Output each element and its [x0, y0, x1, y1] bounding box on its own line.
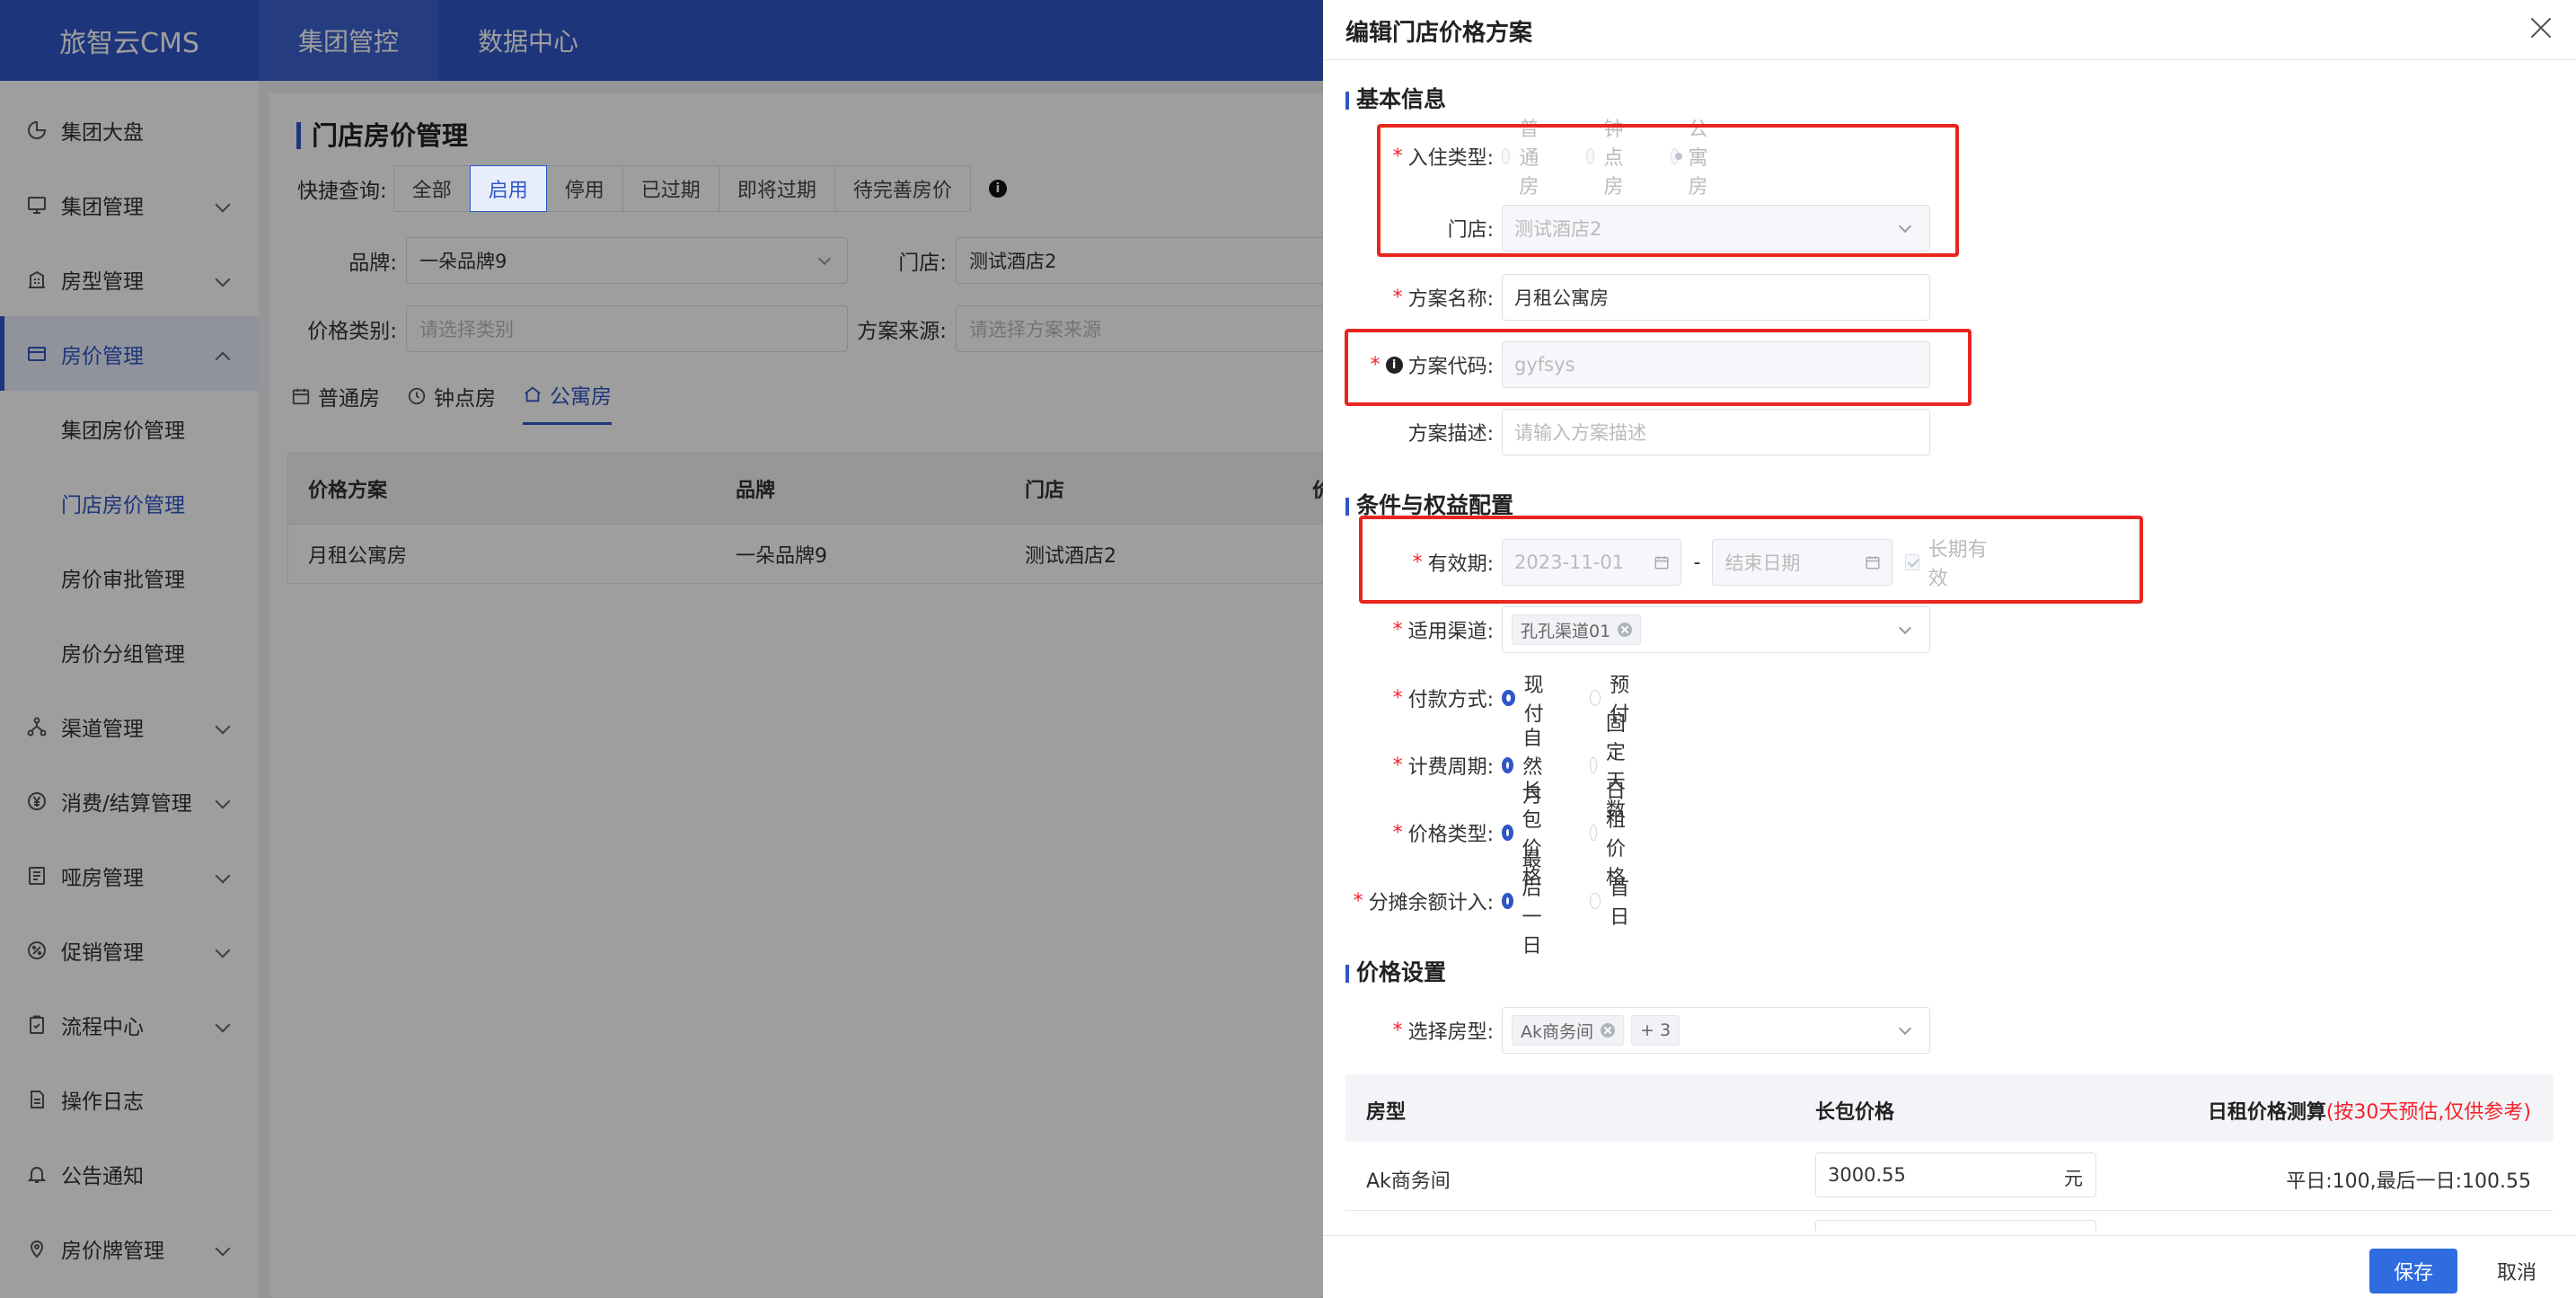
plan-name-control: 月租公寓房: [1502, 274, 1930, 321]
channel-tag: 孔孔渠道01: [1512, 614, 1642, 645]
long-price-input[interactable]: 3000.55 元: [1815, 1152, 2096, 1197]
section-price-settings: 价格设置: [1345, 961, 1446, 985]
long-price-input-partial[interactable]: [1815, 1220, 2096, 1231]
price-table-header: 房型 长包价格 日租价格测算(按30天预估,仅供参考): [1345, 1074, 2554, 1142]
price-table: 房型 长包价格 日租价格测算(按30天预估,仅供参考) Ak商务间 3000.5…: [1345, 1074, 2554, 1231]
plan-name-input[interactable]: 月租公寓房: [1502, 274, 1930, 321]
chevron-down-icon: [1898, 1021, 1912, 1036]
drawer-footer: 保存 取消: [1323, 1235, 2576, 1298]
channel-control: 孔孔渠道01: [1502, 606, 1930, 653]
radio-last-day[interactable]: 最后一日: [1502, 843, 1547, 958]
room-type-tag: Ak商务间: [1512, 1015, 1625, 1046]
payment-label: * 付款方式:: [1392, 686, 1494, 712]
channel-select[interactable]: 孔孔渠道01: [1502, 606, 1930, 653]
room-type-label: * 选择房型:: [1392, 1019, 1494, 1045]
remove-tag-icon[interactable]: [1601, 1023, 1616, 1038]
drawer-header: 编辑门店价格方案: [1323, 0, 2576, 60]
highlight-box: [1345, 329, 1972, 406]
cell-daily-estimate: 平日:100,最后一日:100.55: [2286, 1170, 2531, 1193]
save-button[interactable]: 保存: [2369, 1249, 2457, 1294]
radio-first-day[interactable]: 首日: [1590, 872, 1635, 930]
more-tags-badge: + 3: [1631, 1015, 1681, 1046]
remainder-label: * 分摊余额计入:: [1353, 889, 1494, 915]
remove-tag-icon[interactable]: [1618, 623, 1633, 637]
price-kind-label: * 价格类型:: [1392, 821, 1494, 847]
section-basic-info: 基本信息: [1345, 88, 1446, 111]
column-header-daily-estimate: 日租价格测算(按30天预估,仅供参考): [2207, 1101, 2531, 1124]
room-type-control: Ak商务间 + 3: [1502, 1007, 1930, 1054]
unit-label: 元: [2064, 1168, 2083, 1189]
channel-label: * 适用渠道:: [1392, 618, 1494, 644]
plan-desc-label: 方案描述:: [1407, 423, 1494, 446]
plan-name-label: * 方案名称:: [1392, 286, 1494, 312]
modal-mask[interactable]: [0, 0, 1323, 1298]
table-row: Ak商务间 3000.55 元 平日:100,最后一日:100.55: [1345, 1142, 2554, 1211]
chevron-down-icon: [1898, 621, 1912, 635]
column-header-long-price: 长包价格: [1815, 1101, 1895, 1124]
table-row: [1345, 1211, 2554, 1231]
cell-room: Ak商务间: [1366, 1170, 1451, 1193]
highlight-box: [1359, 516, 2143, 604]
edit-price-drawer: 编辑门店价格方案 基本信息 * 入住类型: 普通房 钟点房 公寓房 门店: 测试酒…: [1323, 0, 2576, 1298]
plan-desc-control: 请输入方案描述: [1502, 409, 1930, 455]
radio-pay-now[interactable]: 现付: [1502, 669, 1547, 727]
drawer-scrollbar[interactable]: [2569, 60, 2576, 1235]
plan-desc-input[interactable]: 请输入方案描述: [1502, 409, 1930, 455]
close-icon[interactable]: [2526, 13, 2556, 43]
quick-enabled-button[interactable]: 启用: [469, 165, 547, 212]
highlight-box: [1377, 124, 1959, 257]
cancel-button[interactable]: 取消: [2473, 1249, 2561, 1294]
drawer-title: 编辑门店价格方案: [1345, 20, 1533, 47]
column-header-room: 房型: [1366, 1101, 1407, 1124]
section-conditions: 条件与权益配置: [1345, 494, 1513, 517]
room-type-select[interactable]: Ak商务间 + 3: [1502, 1007, 1930, 1054]
remainder-radios: 最后一日 首日: [1502, 849, 1678, 958]
billing-label: * 计费周期:: [1392, 754, 1494, 780]
